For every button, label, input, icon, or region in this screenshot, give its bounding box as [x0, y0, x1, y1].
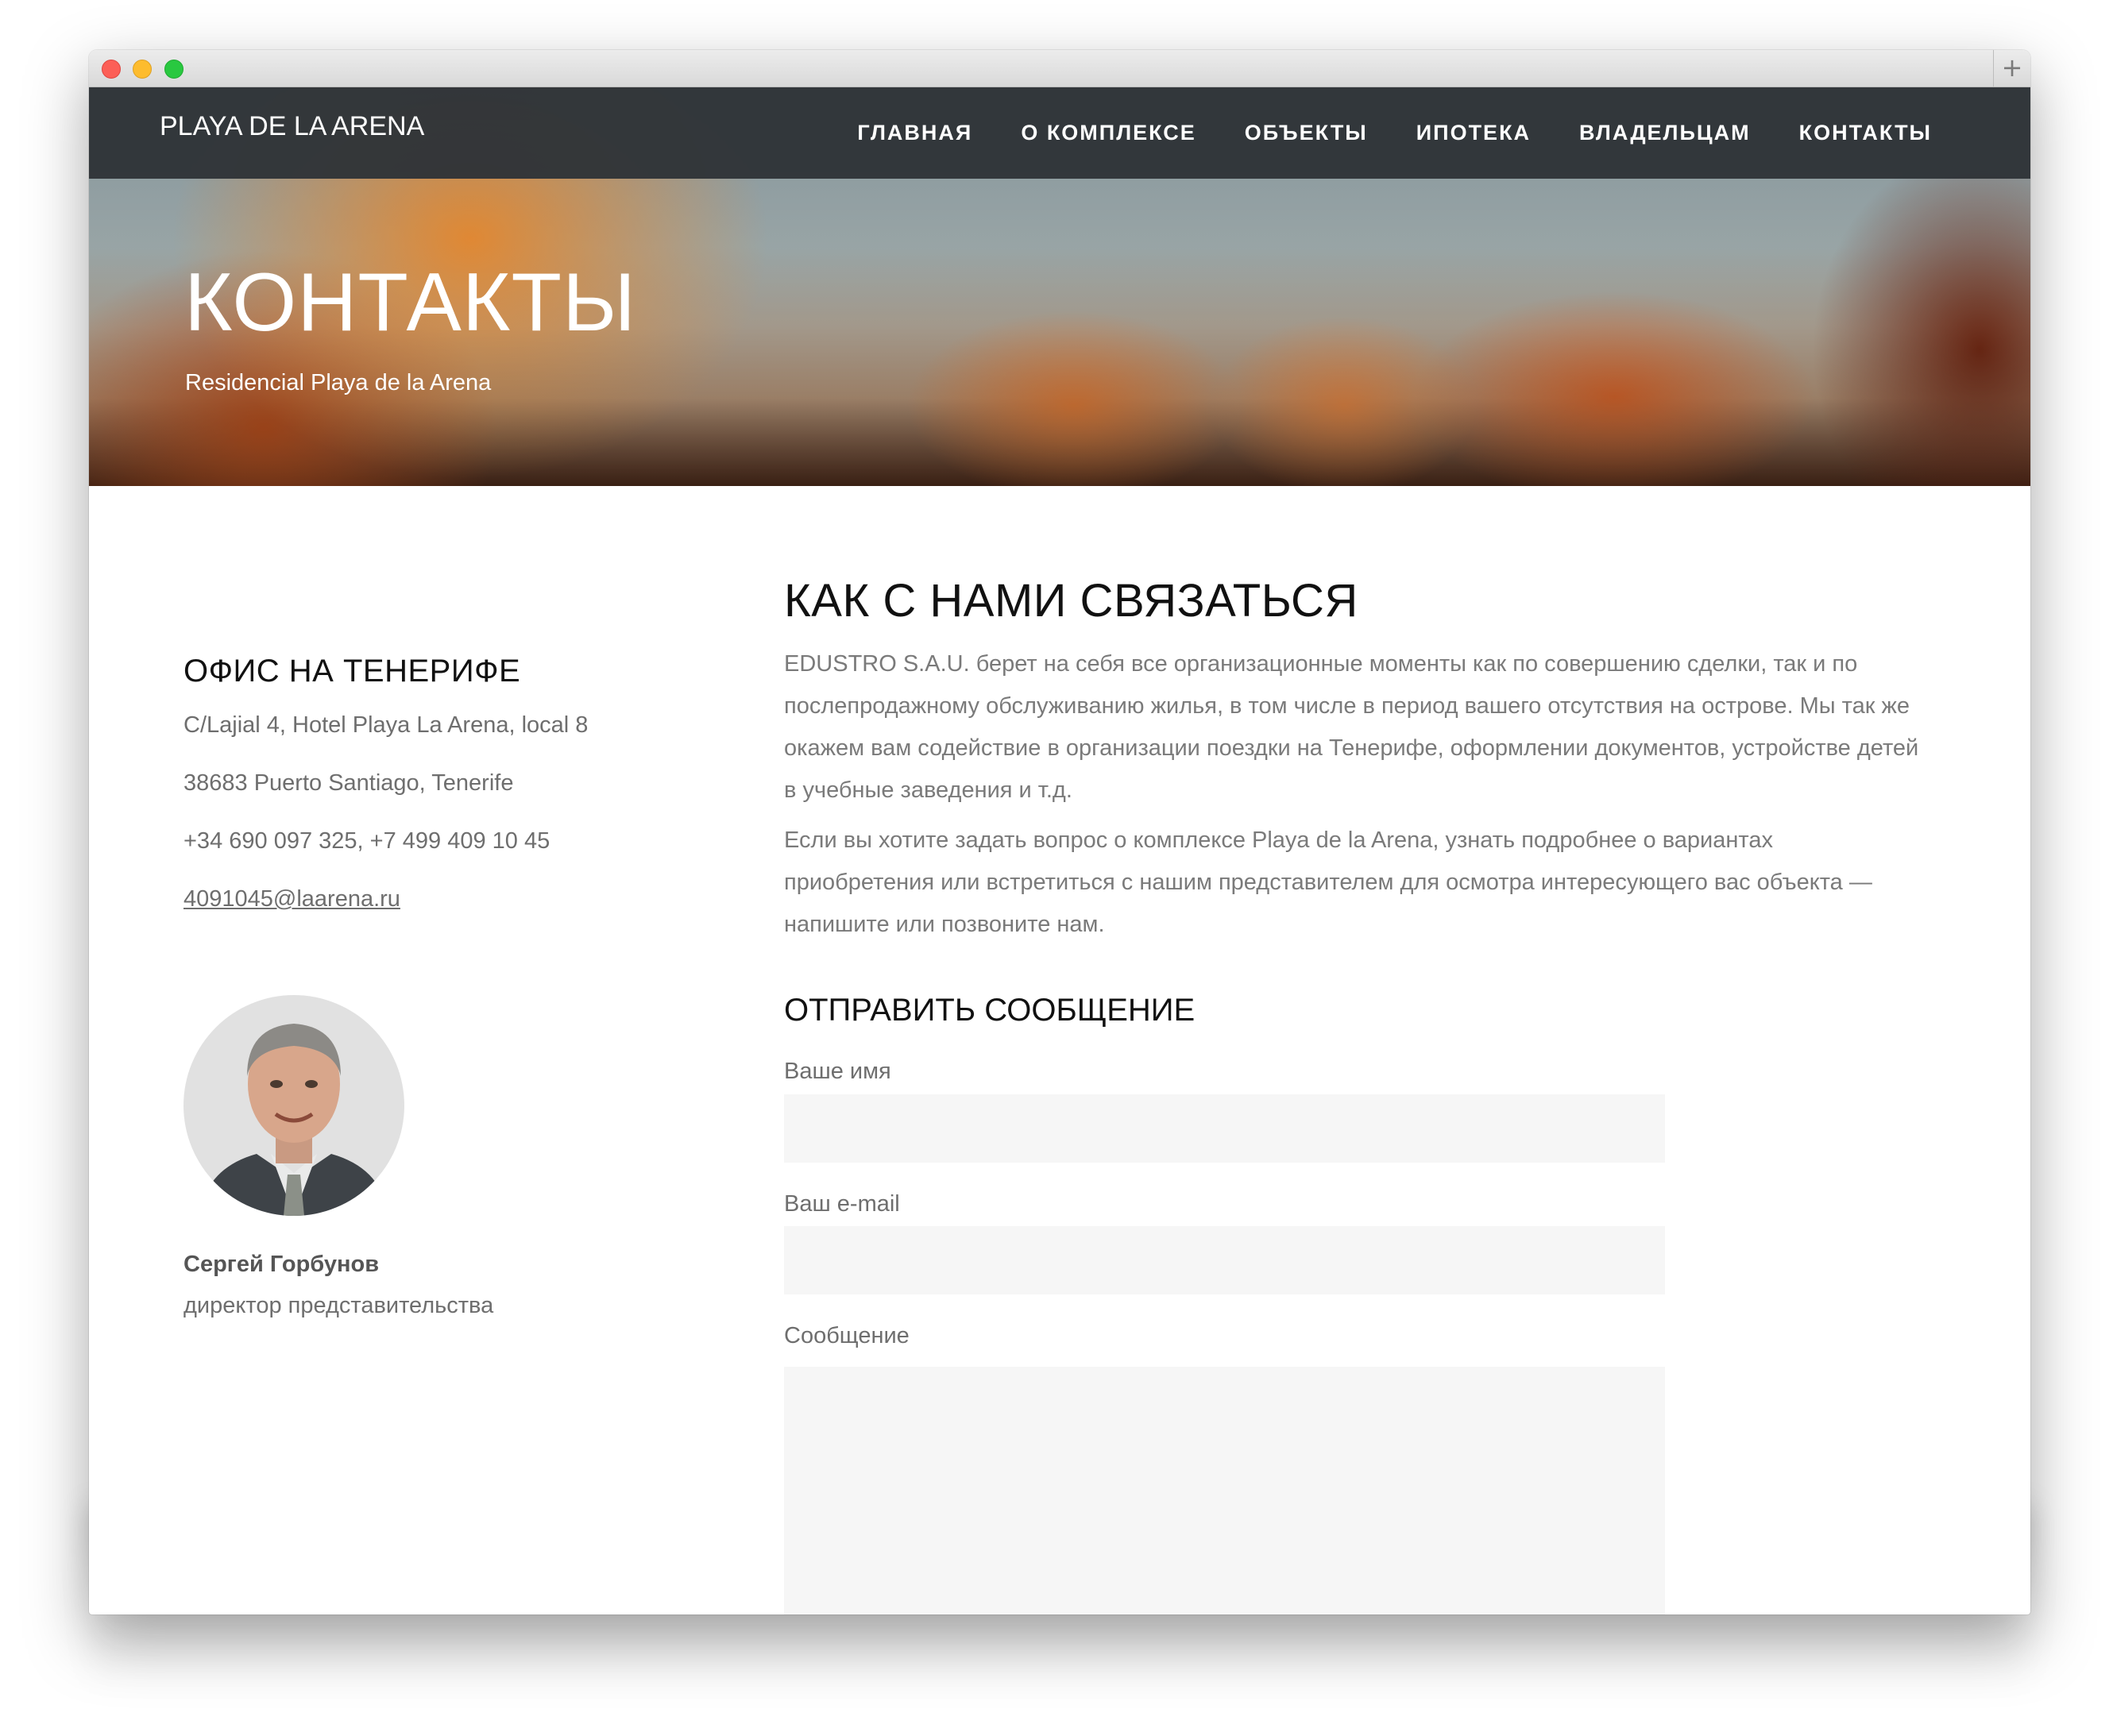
plus-icon[interactable]: +	[1993, 50, 2030, 87]
office-phones: +34 690 097 325, +7 499 409 10 45	[183, 828, 550, 854]
message-field-label: Сообщение	[784, 1323, 910, 1348]
zoom-window-button[interactable]	[164, 60, 183, 79]
window-titlebar: +	[89, 50, 2030, 87]
site-navbar: PLAYA DE LA ARENA ГЛАВНАЯ О КОМПЛЕКСЕ ОБ…	[89, 87, 2030, 179]
contact-title: КАК С НАМИ СВЯЗАТЬСЯ	[784, 575, 1358, 627]
nav-item-owners[interactable]: ВЛАДЕЛЬЦАМ	[1579, 121, 1751, 145]
office-title: ОФИС НА ТЕНЕРИФЕ	[183, 654, 521, 689]
hero-banner: PLAYA DE LA ARENA ГЛАВНАЯ О КОМПЛЕКСЕ ОБ…	[89, 87, 2030, 486]
name-field-label: Ваше имя	[784, 1059, 891, 1084]
minimize-window-button[interactable]	[133, 60, 152, 79]
nav-item-about[interactable]: О КОМПЛЕКСЕ	[1021, 121, 1196, 145]
browser-window: + PLAYA DE LA ARENA ГЛАВНАЯ О КОМПЛЕКСЕ …	[89, 50, 2030, 1614]
office-email-link[interactable]: 4091045@laarena.ru	[183, 886, 400, 912]
office-address-line2: 38683 Puerto Santiago, Tenerife	[183, 770, 514, 796]
page-title: КОНТАКТЫ	[184, 257, 637, 349]
close-window-button[interactable]	[102, 60, 121, 79]
contact-paragraph-1: EDUSTRO S.A.U. берет на себя все организ…	[784, 651, 1919, 803]
message-field[interactable]	[784, 1367, 1665, 1614]
name-field[interactable]	[784, 1094, 1665, 1163]
nav-item-objects[interactable]: ОБЪЕКТЫ	[1245, 121, 1368, 145]
person-role: директор представительства	[183, 1293, 494, 1318]
person-name: Сергей Горбунов	[183, 1252, 380, 1277]
main-nav: ГЛАВНАЯ О КОМПЛЕКСЕ ОБЪЕКТЫ ИПОТЕКА ВЛАД…	[857, 121, 2030, 145]
office-email-line: 4091045@laarena.ru	[183, 885, 692, 912]
nav-item-contacts[interactable]: КОНТАКТЫ	[1799, 121, 1932, 145]
email-field-label: Ваш e-mail	[784, 1191, 900, 1217]
office-info: ОФИС НА ТЕНЕРИФЕ C/Lajial 4, Hotel Playa…	[183, 654, 692, 943]
nav-item-mortgage[interactable]: ИПОТЕКА	[1416, 121, 1531, 145]
contact-section: КАК С НАМИ СВЯЗАТЬСЯ EDUSTRO S.A.U. бере…	[784, 574, 1928, 954]
avatar	[183, 995, 404, 1216]
page-subtitle: Residencial Playa de la Arena	[185, 370, 492, 395]
nav-item-home[interactable]: ГЛАВНАЯ	[857, 121, 972, 145]
person-photo	[199, 1024, 388, 1216]
site-logo[interactable]: PLAYA DE LA ARENA	[160, 111, 424, 142]
email-field[interactable]	[784, 1226, 1665, 1294]
office-address-line1: C/Lajial 4, Hotel Playa La Arena, local …	[183, 712, 589, 738]
form-title: ОТПРАВИТЬ СООБЩЕНИЕ	[784, 993, 1196, 1028]
contact-paragraph-2: Если вы хотите задать вопрос о комплексе…	[784, 827, 1872, 937]
